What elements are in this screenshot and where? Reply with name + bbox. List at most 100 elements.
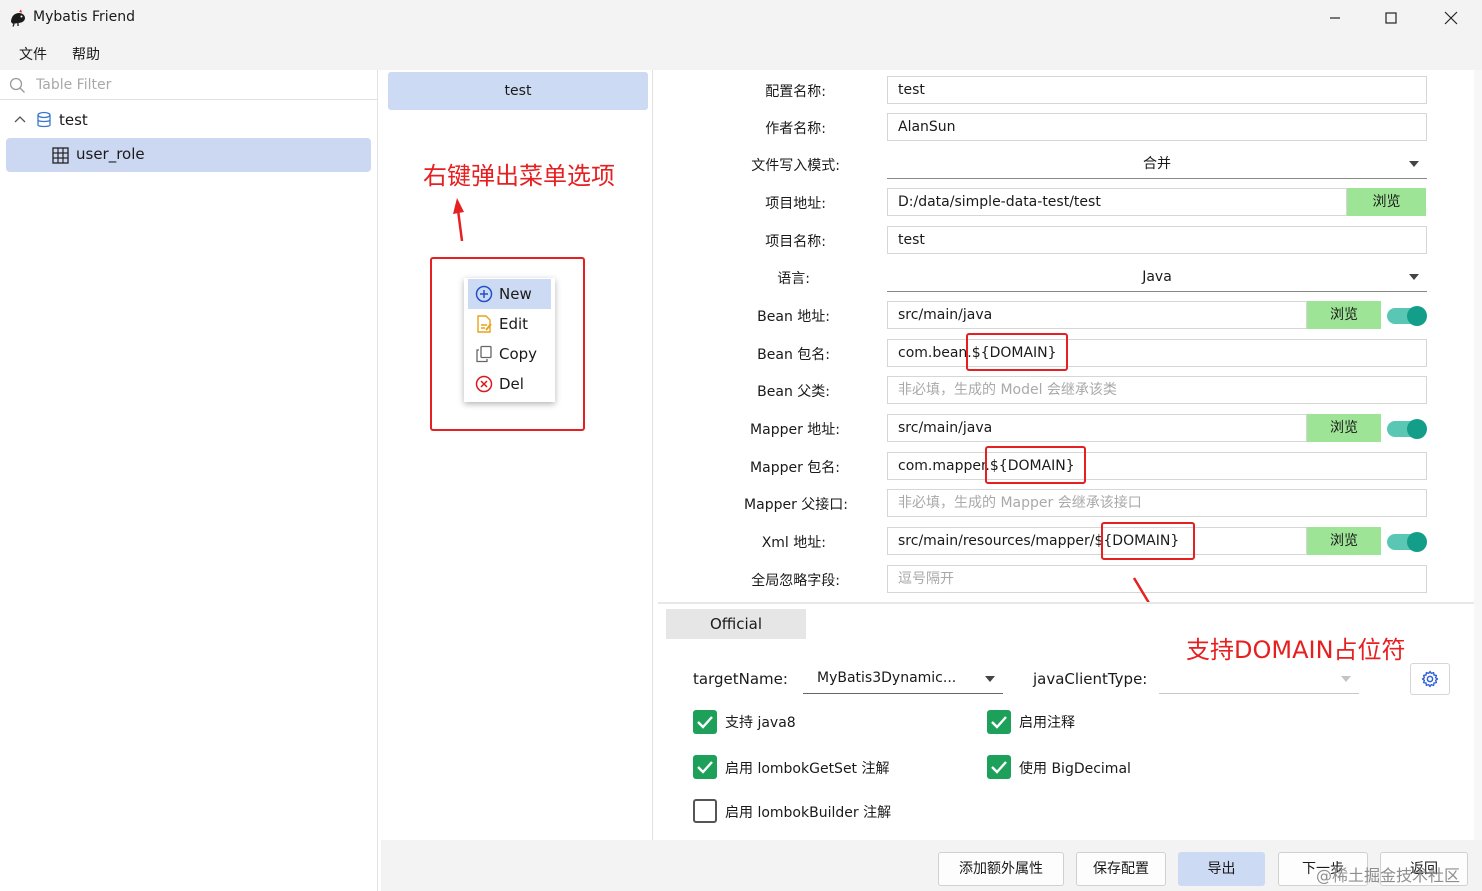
- bean-package-label: Bean 包名:: [757, 347, 830, 363]
- checkbox-lombok-builder[interactable]: [693, 799, 717, 823]
- mapper-path-browse-button[interactable]: 浏览: [1307, 414, 1381, 442]
- language-value: Java: [1142, 269, 1172, 285]
- xml-path-input[interactable]: src/main/resources/mapper/${DOMAIN}: [887, 527, 1307, 555]
- context-menu-copy[interactable]: Copy: [468, 339, 551, 369]
- menu-help[interactable]: 帮助: [72, 44, 100, 64]
- mapper-path-input[interactable]: src/main/java: [887, 414, 1307, 442]
- xml-path-label: Xml 地址:: [761, 535, 826, 551]
- context-menu-edit[interactable]: Edit: [468, 309, 551, 339]
- mapper-path-toggle[interactable]: [1387, 419, 1427, 439]
- checkbox-java8-label: 支持 java8: [725, 715, 796, 731]
- context-menu-delete[interactable]: Del: [468, 369, 551, 399]
- annotation-domain-note: 支持DOMAIN占位符: [1186, 636, 1406, 664]
- settings-button[interactable]: [1410, 663, 1450, 695]
- annotation-arrow-up-icon: [453, 198, 464, 242]
- context-menu-delete-label: Del: [499, 375, 524, 393]
- author-input[interactable]: AlanSun: [887, 113, 1427, 141]
- mapper-package-input[interactable]: com.mapper.${DOMAIN}: [887, 452, 1427, 480]
- tree-table-label: user_role: [76, 145, 145, 163]
- database-icon: [37, 111, 51, 128]
- maximize-button[interactable]: [1362, 0, 1420, 36]
- search-icon: [9, 77, 25, 93]
- mapper-parent-input[interactable]: 非必填，生成的 Mapper 会继承该接口: [887, 489, 1427, 517]
- xml-path-toggle[interactable]: [1387, 532, 1427, 552]
- java-client-type-select[interactable]: [1159, 664, 1359, 694]
- checkmark-icon: [991, 761, 1007, 774]
- close-icon: [1444, 11, 1458, 25]
- plus-circle-icon: [475, 285, 493, 303]
- language-select[interactable]: Java: [887, 262, 1427, 292]
- checkbox-lombok-getset[interactable]: [693, 755, 717, 779]
- chevron-down-icon: [985, 676, 995, 682]
- tab-official[interactable]: Official: [666, 609, 806, 639]
- table-tree-panel: test user_role: [0, 70, 378, 891]
- checkbox-comments[interactable]: [987, 710, 1011, 734]
- scrollbar[interactable]: [1474, 70, 1482, 890]
- checkbox-bigdecimal[interactable]: [987, 755, 1011, 779]
- target-name-label: targetName:: [693, 670, 788, 688]
- tree-database-label: test: [59, 111, 88, 129]
- annotation-highlight-box: [966, 333, 1068, 371]
- toggle-knob: [1407, 419, 1427, 439]
- bean-parent-input[interactable]: 非必填，生成的 Model 会继承该类: [887, 376, 1427, 404]
- config-list-item[interactable]: test: [388, 72, 648, 110]
- chevron-down-icon: [1341, 676, 1351, 682]
- export-button[interactable]: 导出: [1178, 852, 1265, 886]
- target-name-select[interactable]: MyBatis3Dynamic...: [803, 664, 1003, 694]
- bean-path-toggle[interactable]: [1387, 306, 1427, 326]
- context-menu-copy-label: Copy: [499, 345, 538, 363]
- table-filter: [0, 70, 377, 100]
- context-menu: New Edit Copy Del: [464, 278, 555, 402]
- checkmark-icon: [697, 716, 713, 729]
- copy-icon: [476, 345, 492, 363]
- checkbox-comments-label: 启用注释: [1019, 715, 1075, 731]
- author-label: 作者名称:: [765, 121, 826, 137]
- context-menu-new[interactable]: New: [468, 279, 551, 309]
- tree-item-table[interactable]: user_role: [6, 138, 371, 172]
- close-button[interactable]: [1422, 0, 1480, 36]
- language-label: 语言:: [777, 271, 810, 287]
- project-path-label: 项目地址:: [765, 196, 826, 212]
- menu-file[interactable]: 文件: [19, 44, 47, 64]
- minimize-button[interactable]: [1306, 0, 1364, 36]
- table-filter-input[interactable]: [36, 74, 366, 96]
- save-config-button[interactable]: 保存配置: [1076, 852, 1166, 886]
- checkbox-lombok-builder-label: 启用 lombokBuilder 注解: [725, 805, 892, 821]
- bean-path-browse-button[interactable]: 浏览: [1307, 301, 1381, 329]
- tree-item-database[interactable]: test: [0, 104, 377, 134]
- minimize-icon: [1330, 17, 1340, 19]
- annotation-highlight-box: [1101, 522, 1195, 560]
- table-grid-icon: [52, 147, 69, 164]
- checkbox-java8[interactable]: [693, 710, 717, 734]
- project-path-input[interactable]: D:/data/simple-data-test/test: [887, 188, 1347, 216]
- project-name-input[interactable]: test: [887, 226, 1427, 254]
- chevron-up-icon[interactable]: [14, 115, 26, 123]
- edit-document-icon: [477, 315, 492, 333]
- app-logo-icon: [11, 9, 25, 27]
- maximize-icon: [1385, 12, 1397, 24]
- config-name-label: 配置名称:: [765, 84, 826, 100]
- add-extra-properties-button[interactable]: 添加额外属性: [938, 852, 1064, 886]
- java-client-type-label: javaClientType:: [1033, 670, 1148, 688]
- target-name-value: MyBatis3Dynamic...: [817, 670, 957, 686]
- menu-bar: 文件 帮助: [0, 36, 1482, 70]
- config-name-input[interactable]: test: [887, 76, 1427, 104]
- annotation-context-menu-note: 右键弹出菜单选项: [423, 162, 615, 190]
- bean-path-label: Bean 地址:: [757, 309, 830, 325]
- chevron-down-icon: [1409, 274, 1419, 280]
- checkmark-icon: [991, 716, 1007, 729]
- bean-path-input[interactable]: src/main/java: [887, 301, 1307, 329]
- mapper-parent-label: Mapper 父接口:: [744, 497, 848, 513]
- write-mode-value: 合并: [1143, 156, 1171, 172]
- bean-parent-label: Bean 父类:: [757, 384, 830, 400]
- watermark: @稀土掘金技术社区: [1316, 866, 1461, 885]
- project-name-label: 项目名称:: [765, 234, 826, 250]
- toggle-knob: [1407, 306, 1427, 326]
- context-menu-edit-label: Edit: [499, 315, 529, 333]
- window-title: Mybatis Friend: [33, 9, 136, 25]
- write-mode-select[interactable]: 合并: [887, 149, 1427, 179]
- xml-path-browse-button[interactable]: 浏览: [1307, 527, 1381, 555]
- annotation-highlight-box: [985, 446, 1086, 484]
- project-path-browse-button[interactable]: 浏览: [1347, 188, 1426, 216]
- write-mode-label: 文件写入模式:: [751, 158, 840, 174]
